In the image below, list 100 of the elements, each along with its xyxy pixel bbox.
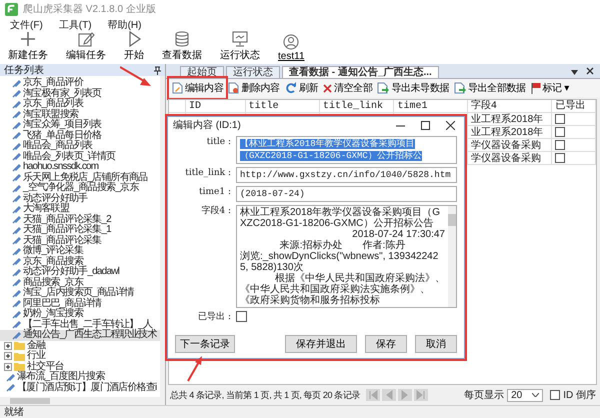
folder-tree-item[interactable]: 金融 xyxy=(0,340,160,351)
expand-icon[interactable] xyxy=(4,342,12,350)
data-toolbar-button[interactable]: 导出未导数据 xyxy=(375,79,452,97)
caret-icon xyxy=(532,393,540,397)
data-toolbar-button[interactable]: 导出全部数据 xyxy=(452,79,528,97)
toolbar-button[interactable]: 新建任务 xyxy=(4,31,52,62)
checkbox[interactable] xyxy=(555,140,566,150)
checkbox[interactable] xyxy=(555,153,566,164)
expand-icon[interactable] xyxy=(4,362,12,371)
folder-tree-item[interactable]: 社交平台 xyxy=(0,362,160,372)
toolbar-button[interactable]: 运行状态 xyxy=(216,31,264,62)
task-tree-item[interactable]: haohuo.snssdk.com xyxy=(0,162,160,172)
task-tree-item[interactable]: 乐天网上免税店_店铺所有商品 xyxy=(0,172,160,183)
table-cell: 学仪器设备采购 xyxy=(468,139,552,152)
task-icon xyxy=(12,89,21,98)
task-tree-item[interactable]: 淘宝众筹_项目列表 xyxy=(0,120,160,130)
expand-icon[interactable] xyxy=(4,352,12,360)
task-tree-item[interactable]: 淘宝_店内搜索页_商品详情 xyxy=(0,288,160,298)
toolbar-button[interactable]: 查看数据 xyxy=(158,31,206,62)
task-tree-item[interactable]: 【厦门酒店预订】厦门酒店价格查i xyxy=(0,382,160,393)
task-tree-item[interactable]: 唯品会_商品列表 xyxy=(0,141,160,152)
toolbar-button[interactable]: test11 xyxy=(274,34,308,62)
task-tree-item[interactable]: 微博_评论采集 xyxy=(0,246,160,256)
input-field[interactable]: (2018-07-24) xyxy=(236,186,457,202)
table-cell: 业工程系2018年 xyxy=(468,113,552,126)
column-header[interactable]: ID xyxy=(186,100,246,113)
task-icon xyxy=(12,184,21,193)
task-tree-item[interactable]: 大淘客联盟 xyxy=(0,204,160,214)
data-toolbar-button[interactable]: 标记 ▾ xyxy=(528,79,571,97)
task-tree-item[interactable]: 京东_商品列表 xyxy=(0,99,160,110)
plus-icon xyxy=(19,31,37,47)
table-cell: 业工程系2018年 xyxy=(468,126,552,139)
menu-item[interactable]: 文件(F) xyxy=(10,18,43,32)
vertical-scrollbar[interactable] xyxy=(160,76,165,397)
task-tree-item[interactable]: 淘宝联盟搜索 xyxy=(0,110,160,120)
task-tree-item[interactable]: 奶粉_淘宝搜索 xyxy=(0,309,160,320)
task-tree-item[interactable]: 通知公告_广西生态工程职业技术 xyxy=(0,330,160,340)
toolbar-button[interactable]: 开始 xyxy=(120,31,148,62)
maximize-icon[interactable] xyxy=(421,120,430,130)
data-toolbar-button[interactable]: 删除内容 xyxy=(226,79,282,97)
folder-tree-item[interactable]: 行业 xyxy=(0,351,160,362)
close-icon[interactable] xyxy=(446,120,455,130)
vertical-scrollbar[interactable] xyxy=(448,206,456,307)
data-toolbar-button[interactable]: 刷新 xyxy=(282,79,320,97)
checkbox[interactable] xyxy=(555,127,566,138)
panel-title: 任务列表 xyxy=(4,64,44,76)
task-tree-item[interactable]: 【二手车出售_二手车转让】_人 xyxy=(0,320,160,330)
task-tree-item[interactable]: 瀑布流_百度图片搜索 xyxy=(0,372,160,382)
toolbar-button[interactable]: 编辑任务 xyxy=(62,31,110,62)
monitor-icon xyxy=(231,31,249,47)
dialog-button[interactable]: 取消 xyxy=(415,335,457,353)
task-icon xyxy=(12,110,21,120)
task-tree-item[interactable]: 淘宝极有家_列表页 xyxy=(0,88,160,99)
task-tree-item[interactable]: 飞猪_单品每日价格 xyxy=(0,130,160,141)
task-tree-item[interactable]: 京东_商品搜索 xyxy=(0,256,160,267)
tab[interactable]: 查看数据 - 通知公告_广西生态... xyxy=(282,66,439,78)
data-toolbar-button[interactable]: 清空全部 xyxy=(321,79,374,97)
horizontal-scrollbar[interactable] xyxy=(0,397,165,405)
task-tree-item[interactable]: 京东_商品评价 xyxy=(0,78,160,88)
field-label: title : xyxy=(206,136,231,149)
task-icon xyxy=(12,162,21,172)
text-area[interactable]: 林业工程系2018年教学仪器设备采购项目（GXZC2018-G1-18206-GXMC）公开招标公告 2018-07-24 17:30:47 来源:招标办处 作者:陈丹 浏览:_showDynClicks("wbnews", 1393422425, 5828)130次 根据《中华人民共和国政府采购法》、 《中华人民共和国政府采购法实施条例》、《政府采购货物和服务招标投标 xyxy=(236,205,457,308)
task-icon xyxy=(12,120,21,130)
menu-item[interactable]: 帮助(H) xyxy=(108,18,142,32)
task-tree-item[interactable]: 动态评分好助手 xyxy=(0,194,160,204)
task-tree-item[interactable]: 天猫_商品评论采集_1 xyxy=(0,225,160,236)
task-tree-item[interactable]: 动态评分好助手_dadawl xyxy=(0,267,160,278)
data-toolbar-button[interactable]: 编辑内容 xyxy=(170,79,226,97)
menu-item[interactable]: 工具(T) xyxy=(58,18,92,32)
column-header[interactable]: time1 xyxy=(394,100,468,113)
clear-icon xyxy=(323,84,332,92)
checkbox[interactable] xyxy=(236,311,247,322)
column-header[interactable]: title_link xyxy=(320,100,394,113)
input-field[interactable]: http://www.gxstzy.cn/info/1040/5828.htm xyxy=(236,167,457,183)
task-tree-item[interactable]: 唯品会_列表页_详情页 xyxy=(0,152,160,162)
table-cell: 学仪器设备采购 xyxy=(468,152,552,165)
dialog-button[interactable]: 下一条记录 xyxy=(175,335,235,353)
task-tree-item[interactable]: 阿里巴巴_商品详情 xyxy=(0,298,160,309)
page-size-select[interactable]: 20 xyxy=(507,388,544,402)
close-icon[interactable] xyxy=(586,67,594,75)
checkbox-label: ID 倒序 xyxy=(563,388,596,402)
task-icon xyxy=(12,100,21,109)
task-tree-item[interactable]: 天猫_商品评论采集 xyxy=(0,236,160,246)
dropdown-icon[interactable] xyxy=(571,70,578,75)
column-header[interactable]: 字段4 xyxy=(468,100,552,113)
column-header[interactable]: 已导出 xyxy=(552,100,596,113)
task-tree-item[interactable]: 天猫_商品评论采集_2 xyxy=(0,214,160,225)
task-tree-item[interactable]: 商品搜索_京东 xyxy=(0,278,160,288)
checkbox[interactable] xyxy=(555,114,566,124)
task-icon xyxy=(12,215,21,224)
task-icon xyxy=(12,299,21,308)
task-icon xyxy=(12,310,21,319)
pin-icon[interactable] xyxy=(154,66,161,74)
dialog-button[interactable]: 保存并退出 xyxy=(285,335,357,353)
dialog-button[interactable]: 保存 xyxy=(365,335,407,353)
column-header[interactable]: title xyxy=(246,100,320,113)
export-document-icon xyxy=(454,82,466,94)
checkbox[interactable] xyxy=(550,390,560,400)
tab[interactable]: 运行状态 xyxy=(226,66,280,78)
task-tree-item[interactable]: _空气净化器_商品搜索_京东 xyxy=(0,183,160,194)
